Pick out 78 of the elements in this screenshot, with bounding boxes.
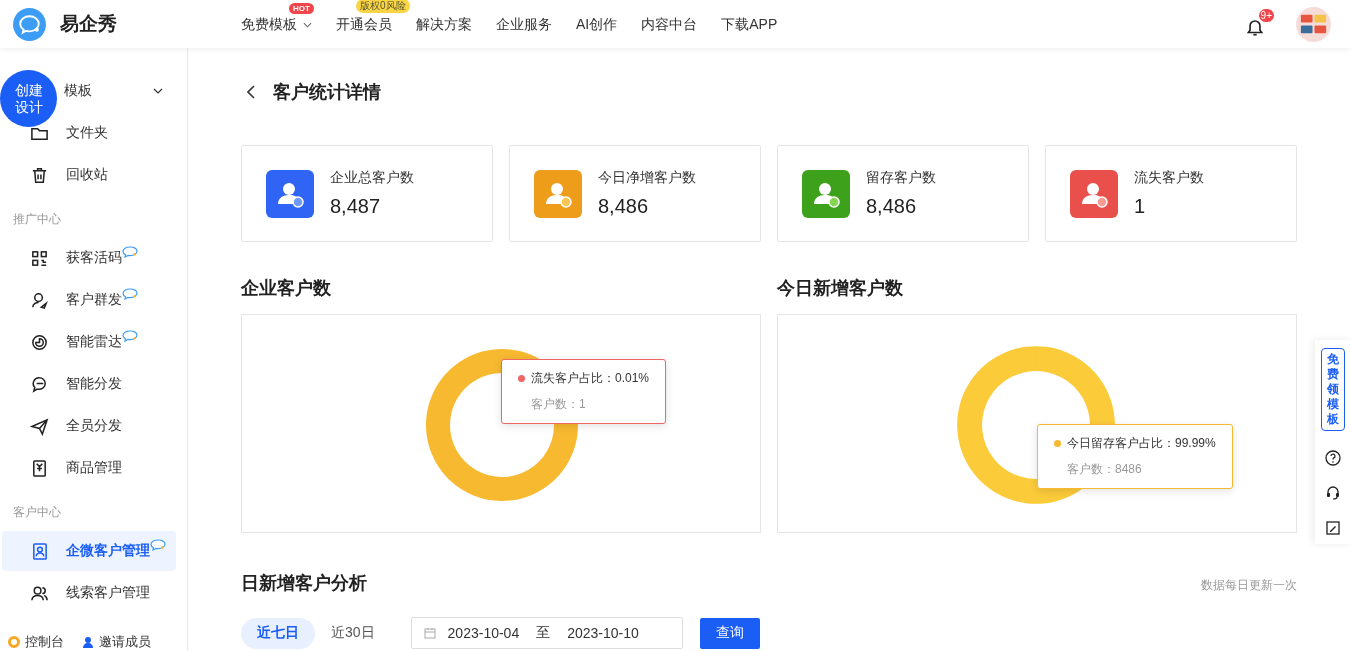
query-button[interactable]: 查询: [699, 617, 760, 649]
chart-title: 企业客户数: [241, 277, 332, 300]
end-date: 2023-10-10: [567, 625, 639, 641]
page-title: 客户统计详情: [273, 81, 381, 104]
stat-label: 企业总客户数: [330, 169, 414, 187]
user-send-icon: [30, 290, 49, 310]
phone-price-icon: [30, 458, 49, 478]
range-tab[interactable]: 近七日: [241, 617, 315, 649]
nav-badge: 版权0风险: [356, 0, 410, 13]
stat-value: 8,487: [330, 195, 382, 218]
section-title: 客户中心: [12, 504, 62, 521]
nav-link[interactable]: 企业服务: [496, 16, 552, 34]
logo-icon: [13, 7, 46, 41]
stat-value: 8,486: [598, 195, 650, 218]
back-icon[interactable]: [247, 85, 255, 99]
notification-button[interactable]: 9+: [1244, 9, 1274, 39]
sidebar-item[interactable]: 全员分发: [2, 406, 176, 446]
tooltip-detail: 客户数：8486: [1066, 461, 1143, 478]
date-range-field[interactable]: 2023-10-04 至 2023-10-10: [410, 617, 683, 649]
nav-link[interactable]: 解决方案: [416, 16, 472, 34]
contact-card-icon: [30, 541, 49, 561]
footer-link[interactable]: 控制台: [25, 633, 64, 651]
chat-icon: [30, 374, 49, 394]
sidebar-item[interactable]: 线索客户管理: [2, 573, 176, 613]
user-badge-icon: [1070, 169, 1118, 218]
range-tab[interactable]: 近30日: [315, 617, 391, 649]
chat-bubble-icon: [122, 288, 138, 300]
stat-label: 流失客户数: [1134, 169, 1204, 187]
sidebar-item[interactable]: 获客活码: [2, 238, 176, 278]
radar-icon: [30, 332, 49, 352]
nav-badge: HOT: [289, 3, 314, 14]
brand-name: 易企秀: [60, 12, 117, 36]
stat-label: 今日净增客户数: [598, 169, 696, 187]
user-badge-icon: [802, 169, 850, 218]
section-title: 日新增客户分析: [241, 572, 367, 595]
update-note: 数据每日更新一次: [1201, 577, 1297, 594]
nav-link[interactable]: AI创作: [576, 16, 618, 34]
sidebar-item[interactable]: 智能雷达: [2, 322, 176, 362]
user-badge-icon: [266, 169, 314, 218]
edit-icon[interactable]: [1325, 520, 1341, 536]
create-design-button[interactable]: 创建设计: [0, 70, 57, 127]
person-icon: [82, 636, 94, 648]
nav-link[interactable]: 免费模板: [241, 16, 312, 34]
avatar[interactable]: [1296, 6, 1331, 42]
section-title: 推广中心: [12, 211, 62, 228]
help-icon[interactable]: [1325, 450, 1341, 466]
start-date: 2023-10-04: [447, 625, 520, 641]
chevron-down-icon: [153, 88, 163, 94]
gear-icon: [8, 636, 20, 648]
stat-label: 留存客户数: [866, 169, 936, 187]
chevron-down-icon: [303, 22, 312, 28]
nav-link[interactable]: 下载APP: [721, 16, 778, 34]
stat-value: 1: [1134, 195, 1147, 218]
chat-bubble-icon: [122, 246, 138, 258]
trash-icon: [30, 165, 49, 185]
sidebar-item[interactable]: 客户群发: [2, 280, 176, 320]
sidebar-item[interactable]: 企微客户管理: [2, 531, 176, 571]
date-separator: 至: [536, 624, 551, 642]
chart-title: 今日新增客户数: [777, 277, 904, 300]
sidebar-item[interactable]: 智能分发: [2, 364, 176, 404]
headset-icon[interactable]: [1325, 485, 1341, 501]
nav-link[interactable]: 开通会员: [336, 16, 392, 34]
chat-bubble-icon: [122, 330, 138, 342]
stat-value: 8,486: [866, 195, 918, 218]
free-template-button[interactable]: 免费领模板: [1321, 348, 1345, 431]
paper-plane-icon: [30, 416, 49, 436]
sidebar-item[interactable]: 模板: [60, 71, 176, 111]
nav-link[interactable]: 内容中台: [641, 16, 698, 34]
tooltip-label: 流失客户占比：0.01%: [531, 370, 650, 387]
sidebar-item[interactable]: 回收站: [2, 155, 176, 195]
footer-link[interactable]: 邀请成员: [99, 633, 151, 651]
user-badge-icon: [534, 169, 582, 218]
sidebar-item[interactable]: 商品管理: [2, 448, 176, 488]
qr-code-icon: [30, 248, 49, 268]
chat-bubble-icon: [150, 539, 166, 551]
calendar-icon: [423, 627, 436, 639]
tooltip-label: 今日留存客户占比：99.99%: [1067, 435, 1216, 452]
tooltip-detail: 客户数：1: [530, 396, 587, 413]
